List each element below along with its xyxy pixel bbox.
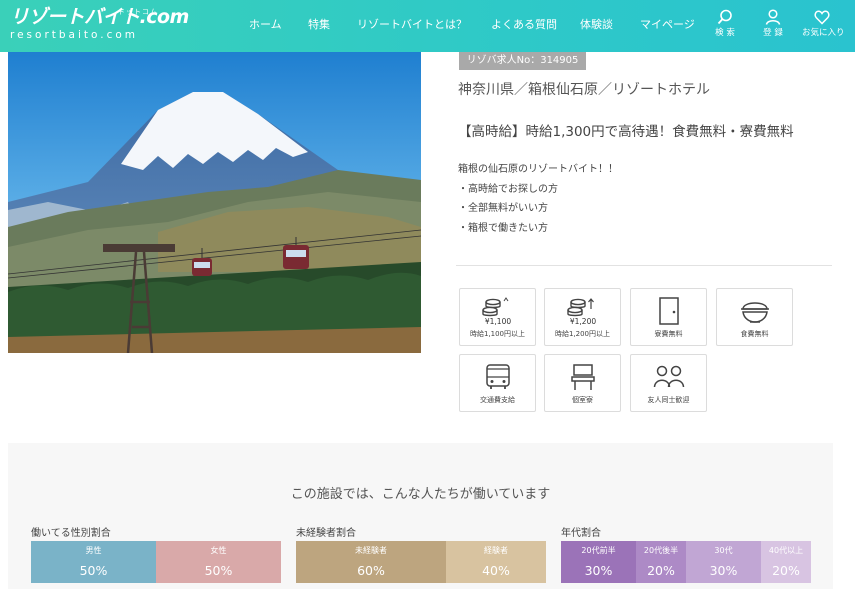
- job-description: 箱根の仙石原のリゾートバイト！！ ・高時給でお探しの方 ・全部無料がいい方 ・箱…: [458, 160, 618, 238]
- section-divider: [456, 265, 832, 266]
- bar-label: 未経験者: [355, 546, 387, 555]
- feature-label: 交通費支給: [480, 396, 515, 404]
- register-button[interactable]: 登 録: [753, 9, 793, 41]
- age-ratio-label: 年代割合: [561, 528, 601, 539]
- bar-value: 50%: [79, 563, 108, 578]
- feature-label: 食費無料: [740, 330, 769, 338]
- gender-ratio-label: 働いてる性別割合: [31, 528, 111, 539]
- bar-label: 30代: [714, 546, 733, 555]
- chair-icon: [570, 364, 595, 390]
- experience-bar-experienced: 経験者 40%: [446, 541, 546, 583]
- stats-title: この施設では、こんな人たちが働いています: [290, 487, 551, 502]
- bar-value: 60%: [357, 563, 385, 578]
- nav-mypage[interactable]: マイページ: [640, 17, 695, 33]
- user-icon: [765, 9, 781, 25]
- bar-value: 30%: [584, 563, 613, 578]
- bar-label: 男性: [85, 546, 102, 555]
- door-icon: [658, 297, 679, 325]
- job-photo: [8, 52, 421, 353]
- bar-label: 女性: [210, 546, 227, 555]
- age-bar-40s-plus: 40代以上 20%: [761, 541, 811, 583]
- description-line: ・高時給でお探しの方: [458, 183, 558, 195]
- register-label: 登 録: [763, 28, 783, 38]
- bar-value: 20%: [772, 563, 800, 578]
- description-line: 箱根の仙石原のリゾートバイト！！: [458, 164, 618, 175]
- nav-home[interactable]: ホーム: [249, 17, 282, 33]
- feature-label: 時給1,200円以上: [554, 330, 611, 338]
- description-line: ・箱根で働きたい方: [458, 222, 548, 234]
- description-line: ・全部無料がいい方: [458, 203, 548, 214]
- age-bar-30s: 30代 30%: [686, 541, 761, 583]
- wage-amount-1200: ¥1,200: [569, 317, 595, 325]
- worker-stats-section: この施設では、こんな人たちが働いています 働いてる性別割合 未経験者割合 年代割…: [8, 443, 833, 589]
- experience-bar-inexperienced: 未経験者 60%: [296, 541, 446, 583]
- nav-faq[interactable]: よくある質問: [491, 17, 557, 33]
- gender-bar-male: 男性 50%: [31, 541, 156, 583]
- feature-label: 個室寮: [572, 396, 593, 404]
- search-button[interactable]: 検 索: [705, 9, 745, 41]
- job-headline: 【高時給】時給1,300円で高待遇！食費無料・寮費無料: [458, 124, 794, 140]
- wage-amount-1100: ¥1,100: [484, 317, 510, 325]
- search-icon: [717, 9, 732, 25]
- nav-about[interactable]: リゾートバイトとは？: [357, 17, 467, 33]
- favorites-button[interactable]: お気に入り: [802, 9, 845, 41]
- bar-label: 40代以上: [768, 546, 804, 555]
- coins-1100-icon: ¥1,100: [481, 297, 511, 325]
- feature-label: 友人同士歓迎: [647, 396, 690, 404]
- feature-free-dorm: 寮費無料: [630, 288, 707, 346]
- bus-icon: [485, 364, 510, 389]
- job-location: 神奈川県／箱根仙石原／リゾートホテル: [458, 82, 710, 98]
- age-bar-late-20s: 20代後半 20%: [636, 541, 686, 583]
- logo-small-text: ドットコム: [118, 8, 158, 16]
- nav-experiences[interactable]: 体験談: [580, 17, 613, 33]
- feature-wage-1200: ¥1,200 時給1,200円以上: [544, 288, 621, 346]
- bar-value: 40%: [482, 563, 510, 578]
- bar-label: 20代前半: [581, 546, 616, 555]
- nav-features[interactable]: 特集: [308, 17, 330, 33]
- rice-bowl-icon: [740, 302, 769, 323]
- job-number-badge: リゾバ求人No：314905: [459, 52, 586, 70]
- friends-icon: [653, 365, 684, 388]
- feature-friends-welcome: 友人同士歓迎: [630, 354, 707, 412]
- gender-bar-female: 女性 50%: [156, 541, 281, 583]
- bar-value: 50%: [204, 563, 233, 578]
- search-label: 検 索: [715, 28, 735, 38]
- feature-label: 寮費無料: [654, 330, 683, 338]
- favorites-label: お気に入り: [802, 28, 845, 38]
- bar-label: 20代後半: [643, 546, 679, 555]
- coins-1200-icon: ¥1,200: [566, 298, 596, 325]
- site-header: リゾートバイト.com ドットコム resortbaito.com ホーム 特集…: [0, 0, 855, 52]
- feature-private-room: 個室寮: [544, 354, 621, 412]
- heart-icon: [814, 10, 830, 25]
- bar-value: 30%: [709, 563, 738, 578]
- bar-value: 20%: [647, 563, 675, 578]
- bar-label: 経験者: [484, 546, 508, 555]
- feature-wage-1100: ¥1,100 時給1,100円以上: [459, 288, 536, 346]
- experience-ratio-label: 未経験者割合: [296, 528, 356, 539]
- mount-fuji-ropeway-image: [8, 52, 421, 353]
- age-bar-early-20s: 20代前半 30%: [561, 541, 636, 583]
- feature-transport: 交通費支給: [459, 354, 536, 412]
- feature-label: 時給1,100円以上: [469, 330, 526, 338]
- feature-free-meals: 食費無料: [716, 288, 793, 346]
